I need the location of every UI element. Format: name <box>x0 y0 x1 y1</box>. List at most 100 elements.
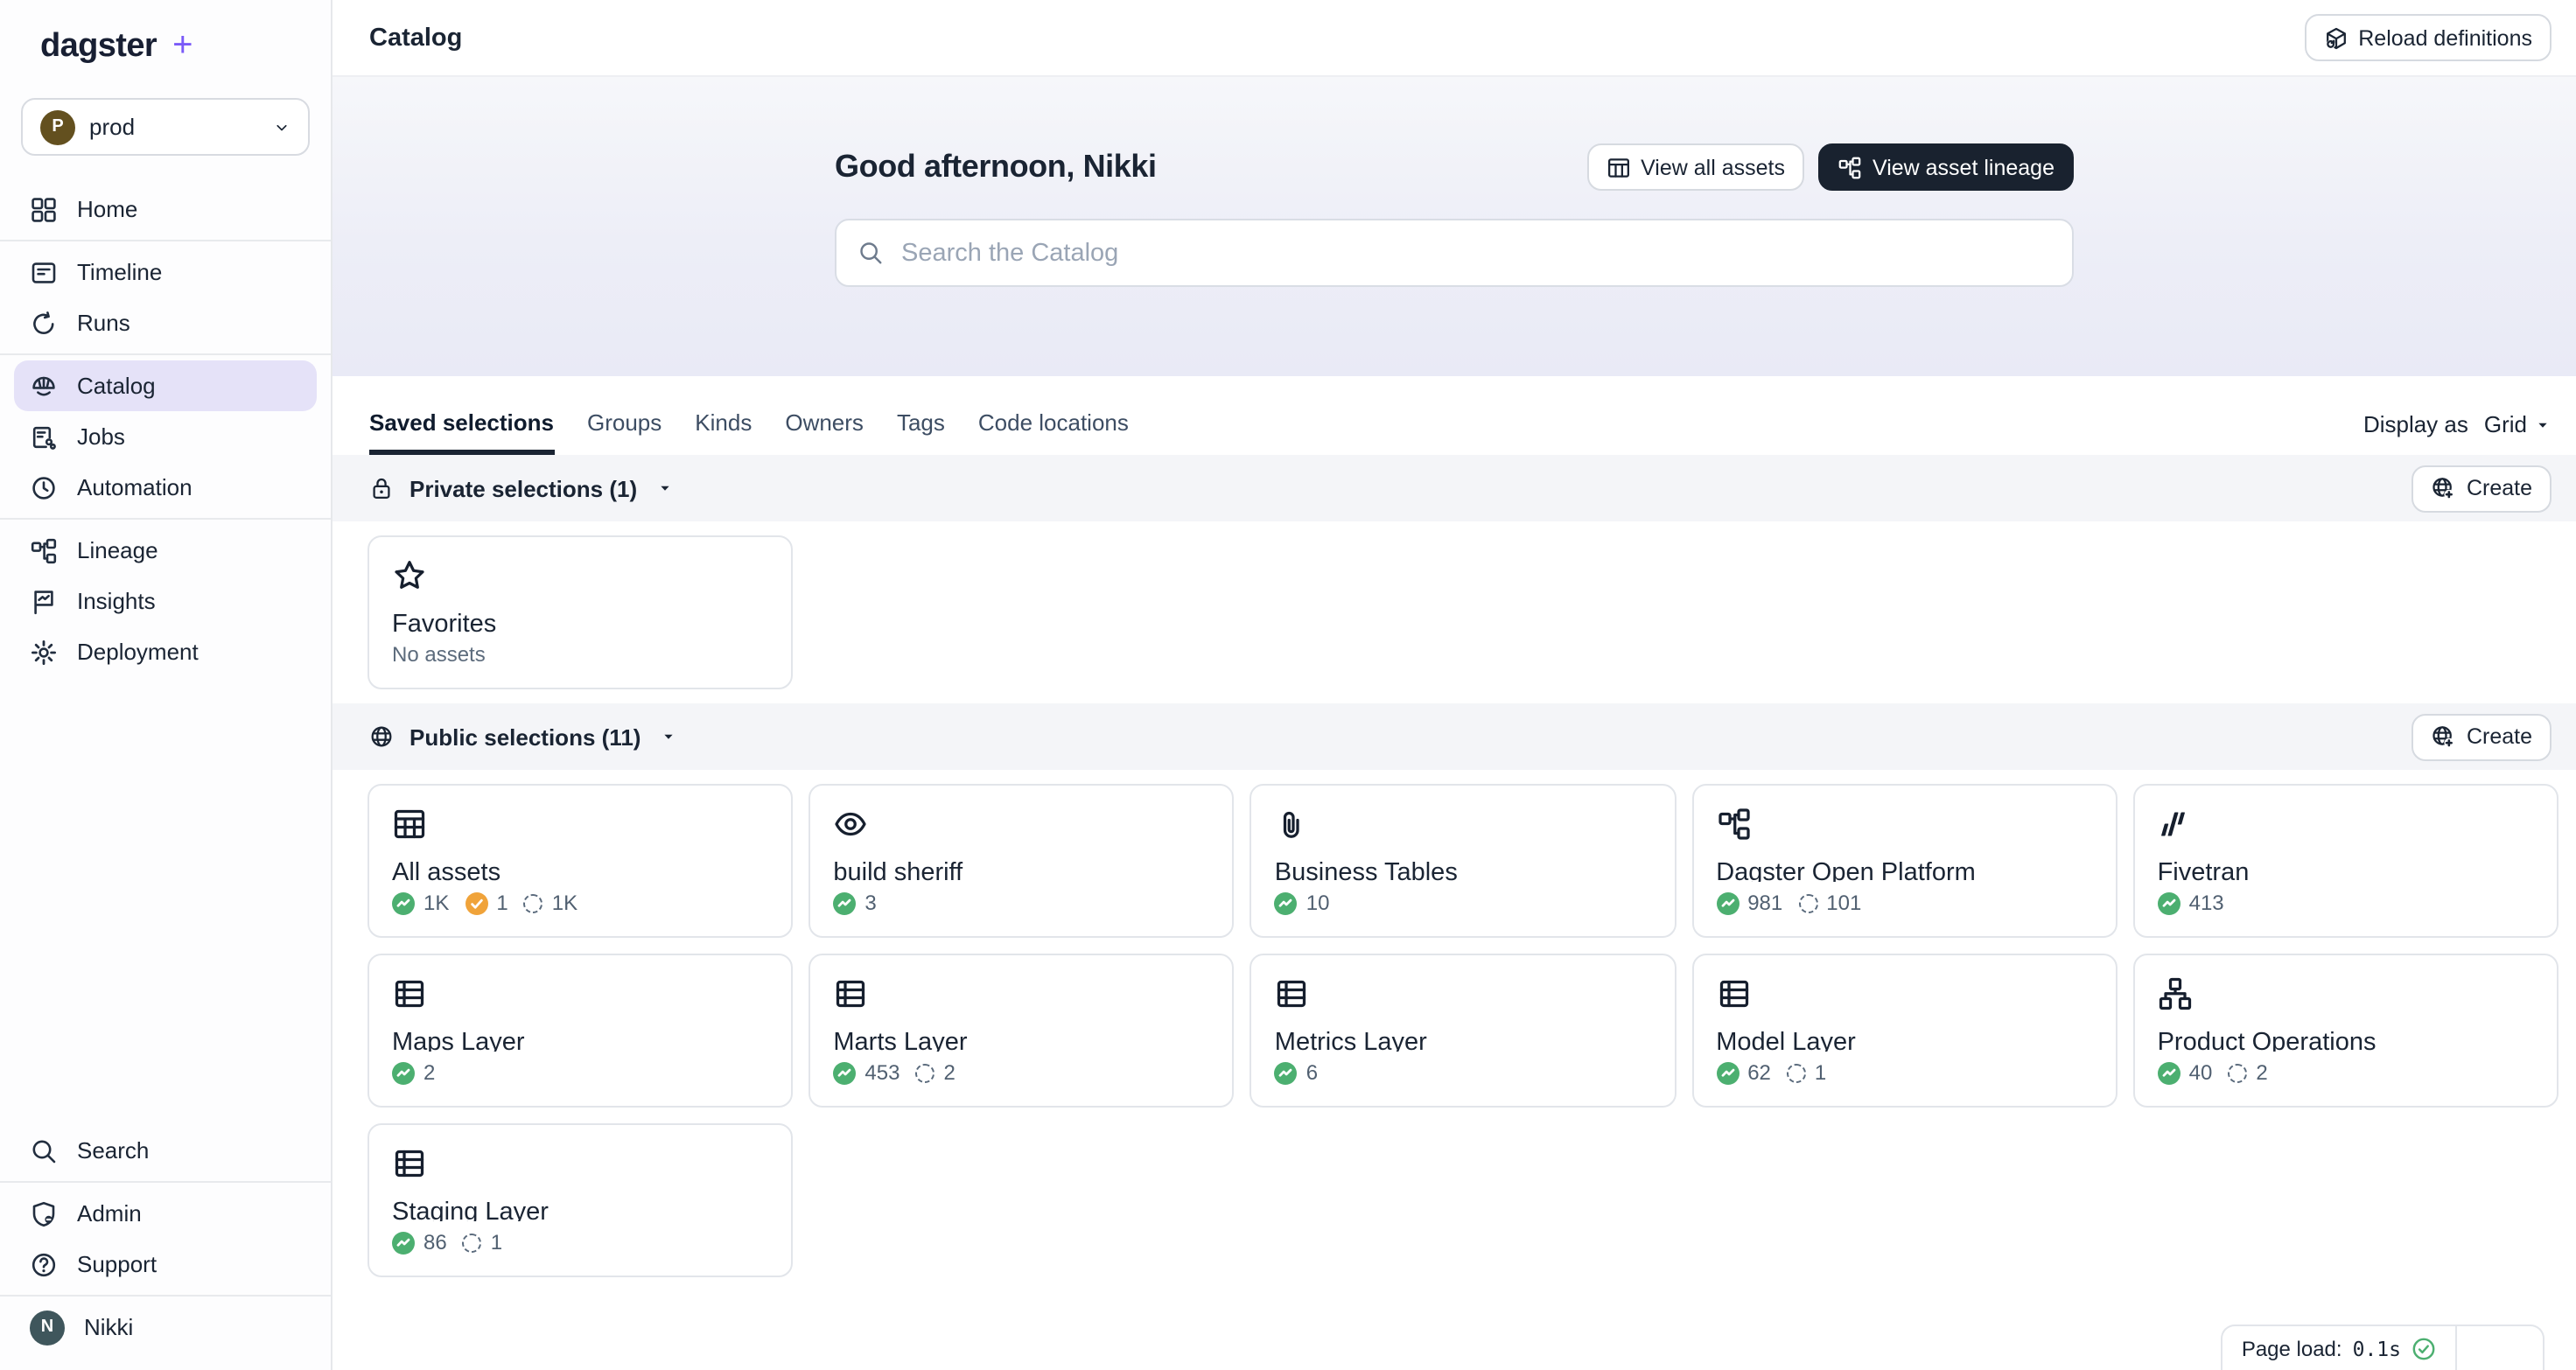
display-as-dropdown[interactable]: Grid <box>2484 411 2552 437</box>
asset-status-badges: 861 <box>392 1230 768 1255</box>
tab-groups[interactable]: Groups <box>587 409 662 455</box>
sidebar-item-label: Home <box>77 196 137 222</box>
sidebar-item-jobs[interactable]: Jobs <box>14 411 317 462</box>
sidebar-item-label: Support <box>77 1251 157 1277</box>
view-all-assets-button[interactable]: View all assets <box>1586 143 1804 191</box>
sidebar-item-deployment[interactable]: Deployment <box>14 626 317 677</box>
card-title: Maps Layer <box>392 1029 768 1052</box>
selection-card-business-tables[interactable]: Business Tables10 <box>1250 784 1676 938</box>
page-load-indicator[interactable]: Page load: 0.1s <box>2222 1326 2455 1370</box>
timeline-icon <box>30 258 58 286</box>
selection-card-all-assets[interactable]: All assets1K11K <box>368 784 793 938</box>
card-subtitle: No assets <box>392 642 768 667</box>
section-header-public-selections-11: Public selections (11)Create <box>332 703 2576 770</box>
brand-name: dagster <box>40 27 157 66</box>
status-badge-materialized: 6 <box>1275 1060 1318 1085</box>
tab-kinds[interactable]: Kinds <box>695 409 752 455</box>
star-icon <box>392 558 427 593</box>
status-badge-materialized: 2 <box>392 1060 435 1085</box>
sidebar-item-home[interactable]: Home <box>14 184 317 234</box>
sidebar-item-runs[interactable]: Runs <box>14 297 317 348</box>
badge-count: 1 <box>1815 1060 1826 1085</box>
sidebar-item-label: Admin <box>77 1200 142 1227</box>
tab-tags[interactable]: Tags <box>897 409 945 455</box>
sidebar-item-catalog[interactable]: Catalog <box>14 360 317 411</box>
materialized-icon <box>392 1231 415 1254</box>
selection-card-model-layer[interactable]: Model Layer621 <box>1691 954 2117 1108</box>
catalog-search-bar <box>835 219 2074 287</box>
tab-saved-selections[interactable]: Saved selections <box>369 409 554 455</box>
sidebar-item-timeline[interactable]: Timeline <box>14 247 317 297</box>
asset-status-badges: 4532 <box>833 1060 1209 1085</box>
card-title: Staging Layer <box>392 1199 768 1221</box>
user-menu[interactable]: NNikki <box>14 1302 317 1353</box>
sidebar-item-support[interactable]: Support <box>14 1239 317 1290</box>
brand-plus-badge: + <box>172 26 192 66</box>
selection-card-maps-layer[interactable]: Maps Layer 2 <box>368 954 793 1108</box>
lineage-icon <box>1716 807 1751 842</box>
globe-icon <box>369 724 394 749</box>
create-button-label: Create <box>2467 724 2532 749</box>
sidebar-item-admin[interactable]: Admin <box>14 1188 317 1239</box>
status-badge-never-materialized: 1 <box>1787 1060 1826 1085</box>
selection-card-fivetran[interactable]: Fivetran413 <box>2133 784 2558 938</box>
sidebar-item-insights[interactable]: Insights <box>14 576 317 626</box>
sidebar-item-lineage[interactable]: Lineage <box>14 525 317 576</box>
status-badge-materialized: 453 <box>833 1060 900 1085</box>
catalog-hero: Good afternoon, Nikki View all assets Vi… <box>332 77 2576 376</box>
paperclip-icon <box>1275 807 1310 842</box>
selection-card-build-sheriff[interactable]: build sheriff3 <box>808 784 1234 938</box>
caret-down-icon <box>2534 416 2552 433</box>
runs-icon <box>30 309 58 337</box>
selection-card-marts-layer[interactable]: Marts Layer4532 <box>808 954 1234 1108</box>
main-content: Catalog Reload definitions Good afternoo… <box>332 0 2576 1370</box>
selection-card-metrics-layer[interactable]: Metrics Layer 6 <box>1250 954 1676 1108</box>
table-rows-icon <box>392 976 427 1011</box>
badge-count: 1K <box>424 891 449 915</box>
reload-definitions-button[interactable]: Reload definitions <box>2304 14 2552 61</box>
asset-status-badges: 62 1 <box>1716 1060 2092 1085</box>
sidebar: dagster + P prod Home TimelineRuns Catalog… <box>0 0 332 1370</box>
selection-card-staging-layer[interactable]: Staging Layer 861 <box>368 1123 793 1277</box>
badge-count: 86 <box>424 1230 447 1255</box>
deployment-icon <box>30 638 58 666</box>
create-button-label: Create <box>2467 476 2532 500</box>
deployment-switcher[interactable]: P prod <box>21 98 310 156</box>
sidebar-item-search[interactable]: Search <box>14 1125 317 1176</box>
sidebar-item-label: Search <box>77 1137 149 1164</box>
status-bar-extra[interactable] <box>2455 1326 2543 1370</box>
view-asset-lineage-button[interactable]: View asset lineage <box>1818 143 2074 191</box>
badge-count: 981 <box>1747 891 1782 915</box>
globe-plus-icon <box>2432 476 2456 500</box>
selection-card-dagster-open-platform[interactable]: Dagster Open Platform981101 <box>1691 784 2117 938</box>
sidebar-item-automation[interactable]: Automation <box>14 462 317 513</box>
caret-down-icon[interactable] <box>656 479 674 497</box>
create-selection-button[interactable]: Create <box>2412 713 2552 760</box>
status-badge-materialized: 62 <box>1716 1060 1771 1085</box>
asset-status-badges: 413 <box>2158 891 2534 915</box>
status-badge-materialized: 981 <box>1716 891 1782 915</box>
table-grid-icon <box>392 807 427 842</box>
brand-logo[interactable]: dagster + <box>0 0 331 84</box>
selection-card-product-operations[interactable]: Product Operations402 <box>2133 954 2558 1108</box>
caret-down-icon[interactable] <box>660 728 677 745</box>
badge-count: 453 <box>864 1060 900 1085</box>
tab-owners[interactable]: Owners <box>785 409 864 455</box>
sidebar-divider <box>0 1295 331 1297</box>
badge-count: 2 <box>424 1060 435 1085</box>
search-icon <box>30 1136 58 1164</box>
card-title: Metrics Layer <box>1275 1029 1651 1052</box>
catalog-search-input[interactable] <box>898 237 2051 269</box>
admin-icon <box>30 1199 58 1227</box>
create-selection-button[interactable]: Create <box>2412 465 2552 512</box>
reload-definitions-label: Reload definitions <box>2358 25 2532 50</box>
badge-count: 2 <box>2256 1060 2267 1085</box>
status-badge-materialized: 86 <box>392 1230 447 1255</box>
materialized-icon <box>2158 891 2180 914</box>
status-badge-never-materialized: 2 <box>2228 1060 2267 1085</box>
status-badge-never-materialized: 1K <box>524 891 578 915</box>
selection-card-favorites[interactable]: FavoritesNo assets <box>368 535 793 689</box>
materialized-icon <box>392 1061 415 1084</box>
search-icon <box>858 240 884 266</box>
tab-code-locations[interactable]: Code locations <box>978 409 1129 455</box>
